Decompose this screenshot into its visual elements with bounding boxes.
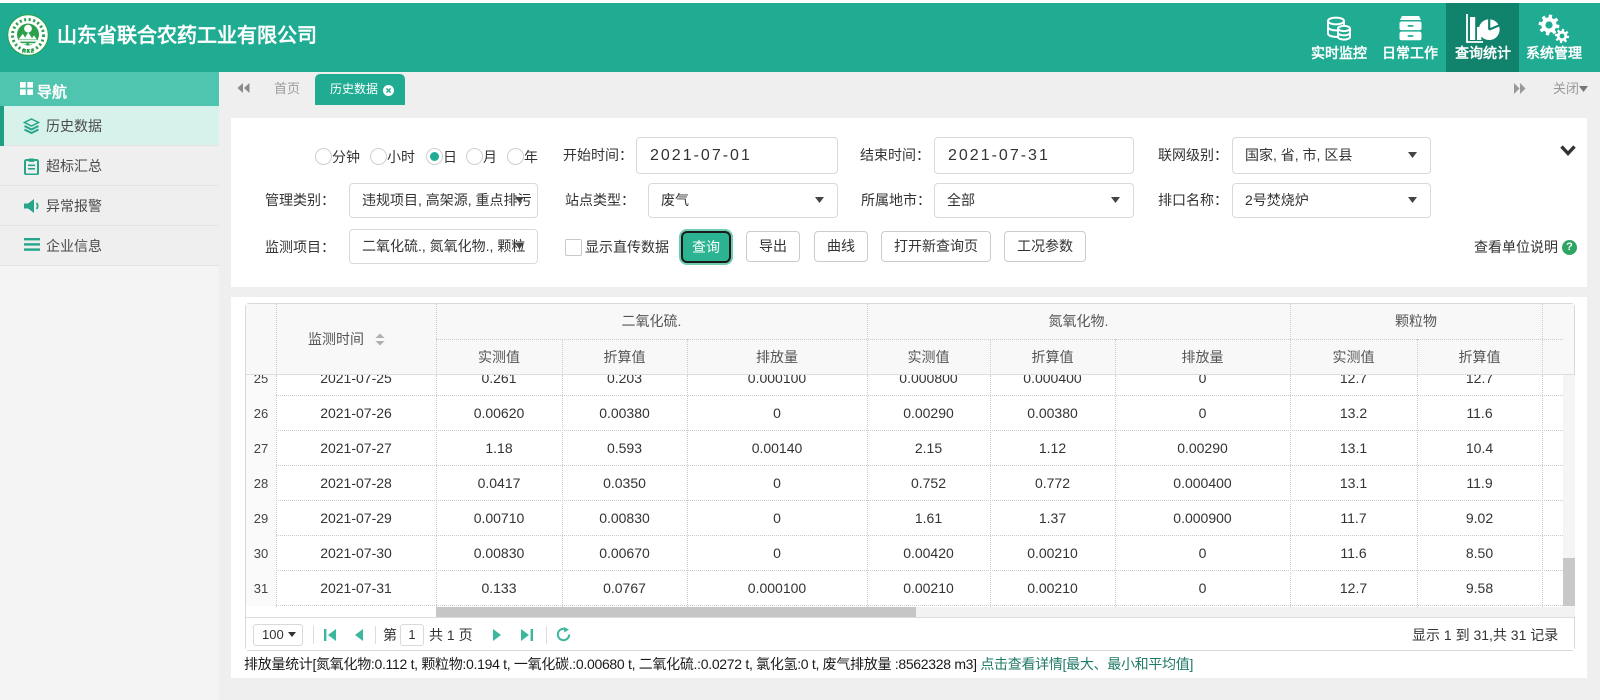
svg-text:MEE: MEE xyxy=(22,49,35,55)
